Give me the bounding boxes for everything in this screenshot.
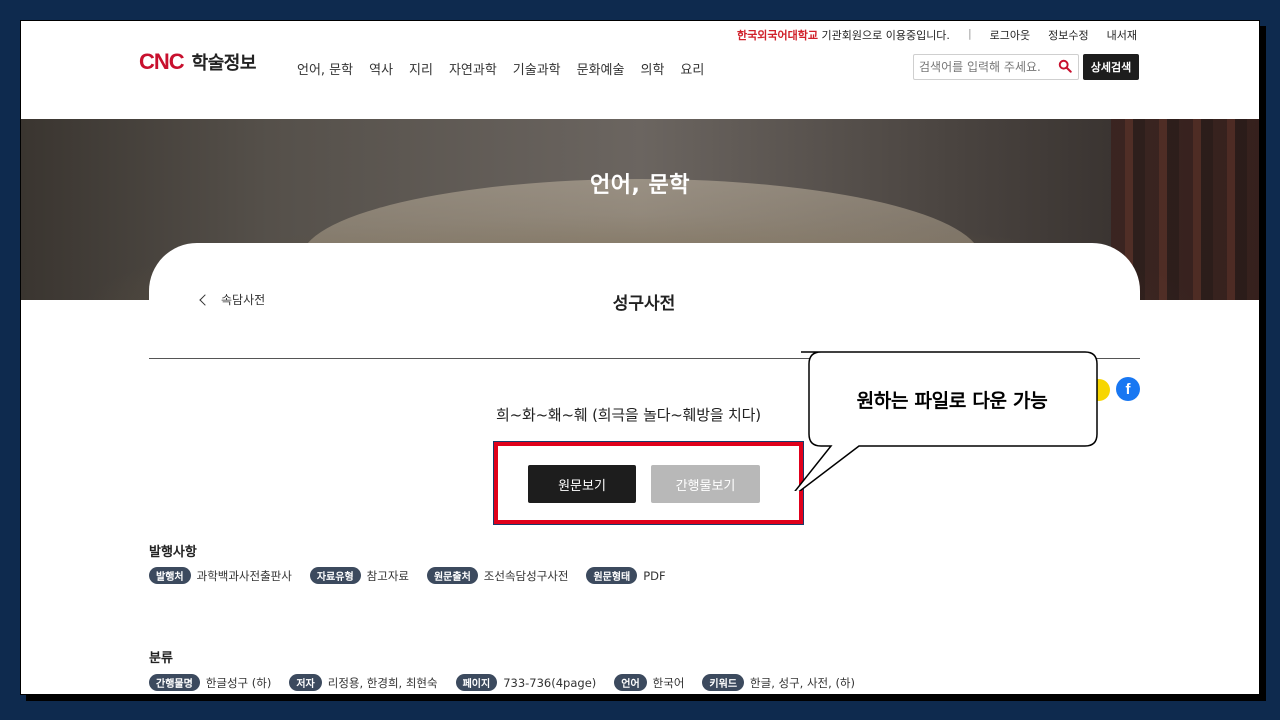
main-nav: 언어, 문학 역사 지리 자연과학 기술과학 문화예술 의학 요리 (297, 59, 704, 78)
edit-profile-link[interactable]: 정보수정 (1048, 27, 1088, 43)
logo-name: 학술정보 (191, 53, 257, 74)
institution-name: 한국외국어대학교 (737, 29, 818, 42)
format-tag: 원문형태 (586, 567, 638, 584)
material-type-tag: 자료유형 (309, 567, 361, 584)
utility-separator: | (967, 27, 972, 40)
publisher-tag: 발행처 (149, 567, 191, 584)
view-publication-button[interactable]: 간행물보기 (651, 465, 760, 503)
publication-name-value: 한글성구 (하) (205, 675, 272, 690)
browser-page: 한국외국어대학교 기관회원으로 이용중입니다. | 로그아웃 정보수정 내서재 … (20, 20, 1260, 695)
utility-bar: 한국외국어대학교 기관회원으로 이용중입니다. | 로그아웃 정보수정 내서재 (737, 27, 1137, 43)
classification-heading: 분류 (149, 651, 173, 666)
search-icon[interactable] (1058, 59, 1072, 73)
nav-item-geography[interactable]: 지리 (409, 59, 433, 78)
site-logo[interactable]: CNC 학술정보 (139, 49, 256, 75)
callout-bubble (794, 351, 1098, 491)
nav-item-language-literature[interactable]: 언어, 문학 (297, 59, 353, 78)
nav-item-technology[interactable]: 기술과학 (513, 59, 561, 78)
publication-name-tag: 간행물명 (149, 674, 200, 691)
facebook-share-icon[interactable]: f (1116, 377, 1140, 401)
material-type-value: 참고자료 (366, 568, 409, 583)
logout-link[interactable]: 로그아웃 (990, 27, 1030, 43)
nav-item-culture-arts[interactable]: 문화예술 (577, 59, 625, 78)
language-value: 한국어 (652, 675, 685, 690)
callout-text: 원하는 파일로 다운 가능 (856, 390, 1048, 412)
banner-title: 언어, 문학 (590, 173, 690, 198)
nav-item-cooking[interactable]: 요리 (680, 59, 704, 78)
nav-item-history[interactable]: 역사 (369, 59, 393, 78)
author-value: 리정용, 한경희, 최현숙 (327, 675, 438, 690)
advanced-search-button[interactable]: 상세검색 (1083, 54, 1139, 80)
source-tag: 원문출처 (426, 567, 478, 584)
source-value: 조선속담성구사전 (483, 568, 569, 583)
membership-notice: 한국외국어대학교 기관회원으로 이용중입니다. (737, 29, 950, 42)
search-input[interactable] (919, 60, 1055, 74)
page-tag: 페이지 (455, 674, 498, 691)
page-value: 733-736(4page) (503, 675, 597, 690)
document-title: 희~화~홰~훼 (희극을 놀다~훼방을 치다) (496, 406, 761, 424)
cnc-logo-mark: CNC (139, 49, 185, 74)
nav-item-natural-science[interactable]: 자연과학 (449, 59, 497, 78)
search-box (913, 54, 1079, 80)
publication-heading: 발행사항 (149, 545, 197, 560)
author-tag: 저자 (289, 674, 322, 691)
keyword-tag: 키워드 (702, 674, 745, 691)
nav-item-medicine[interactable]: 의학 (640, 59, 664, 78)
publication-tags: 발행처 과학백과사전출판사 자료유형 참고자료 원문출처 조선속담성구사전 원문… (149, 567, 684, 584)
classification-tags: 간행물명 한글성구 (하) 저자 리정용, 한경희, 최현숙 페이지 733-7… (149, 674, 873, 691)
language-tag: 언어 (614, 674, 647, 691)
page-title: 성구사전 (612, 294, 676, 314)
keyword-value: 한글, 성구, 사전, (하) (750, 675, 855, 690)
view-original-button[interactable]: 원문보기 (528, 465, 636, 503)
my-library-link[interactable]: 내서재 (1107, 27, 1137, 43)
publisher-value: 과학백과사전출판사 (196, 568, 292, 583)
format-value: PDF (643, 568, 666, 583)
